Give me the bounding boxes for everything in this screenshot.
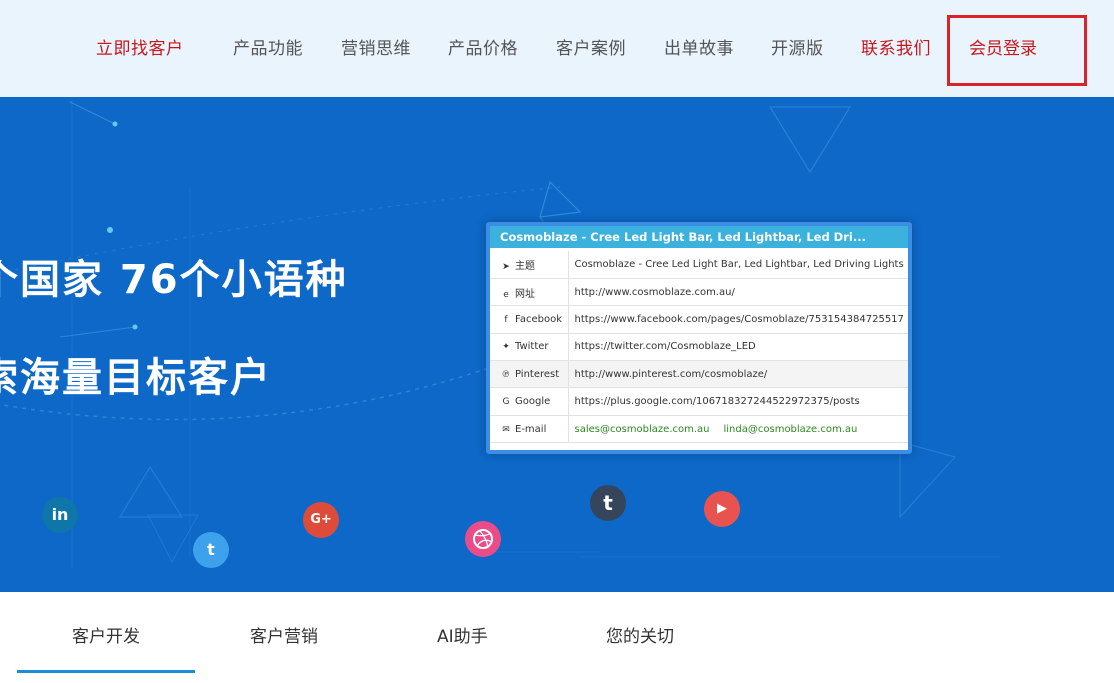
contact-info-card: Cosmoblaze - Cree Led Light Bar, Led Lig… — [486, 222, 912, 454]
row-label: 网址 — [515, 288, 535, 300]
row-value[interactable]: http://www.cosmoblaze.com.au/ — [568, 278, 908, 307]
email-link-sales[interactable]: sales@cosmoblaze.com.au — [575, 424, 710, 435]
tab-your-concerns[interactable]: 您的关切 — [606, 622, 674, 647]
youtube-icon: ▶ — [704, 491, 740, 527]
row-value: Cosmoblaze - Cree Led Light Bar, Led Lig… — [568, 251, 908, 279]
nav-customer-cases[interactable]: 客户案例 — [556, 34, 626, 59]
row-label: Google — [515, 396, 551, 408]
row-value[interactable]: https://twitter.com/Cosmoblaze_LED — [568, 333, 908, 362]
hero-headline-line1: 个国家 76个小语种 — [0, 257, 348, 303]
email-icon: ✉ — [502, 424, 510, 435]
hero-headline-line2: 索海量目标客户 — [0, 355, 272, 401]
pinterest-icon: ℗ — [501, 369, 511, 380]
contact-info-table: ➤ 主题 Cosmoblaze - Cree Led Light Bar, Led… — [490, 251, 908, 444]
table-row: ✉ E-mail sales@cosmoblaze.com.au linda@cos… — [490, 415, 908, 444]
nav-member-login[interactable]: 会员登录 — [969, 34, 1037, 59]
ie-icon: e — [503, 289, 509, 300]
nav-find-customers[interactable]: 立即找客户 — [96, 34, 184, 59]
top-nav: 立即找客户 产品功能 营销思维 产品价格 客户案例 出单故事 开源版 联系我们 … — [0, 0, 1114, 97]
row-value[interactable]: https://plus.google.com/1067183272445229… — [568, 387, 908, 416]
row-label: Pinterest — [515, 368, 560, 380]
table-row: ✦ Twitter https://twitter.com/Cosmoblaze_… — [490, 333, 908, 362]
table-row: e 网址 http://www.cosmoblaze.com.au/ — [490, 278, 908, 307]
row-value[interactable]: http://www.pinterest.com/cosmoblaze/ — [568, 360, 908, 389]
table-row: G Google https://plus.google.com/10671832… — [490, 387, 908, 416]
active-tab-underline — [17, 670, 195, 673]
email-link-linda[interactable]: linda@cosmoblaze.com.au — [724, 424, 858, 435]
nav-contact-us[interactable]: 联系我们 — [861, 34, 931, 59]
nav-product-features[interactable]: 产品功能 — [233, 34, 303, 59]
dribbble-icon — [465, 521, 501, 557]
row-label: Facebook — [515, 313, 562, 325]
hero-banner: 个国家 76个小语种 索海量目标客户 Cosmoblaze - Cree Led… — [0, 97, 1114, 592]
send-icon: ➤ — [502, 261, 510, 272]
nav-product-price[interactable]: 产品价格 — [448, 34, 518, 59]
tumblr-icon: t — [590, 485, 626, 521]
tab-ai-assistant[interactable]: AI助手 — [437, 622, 488, 647]
table-row: ℗ Pinterest http://www.pinterest.com/cosm… — [490, 360, 908, 389]
tab-customer-development[interactable]: 客户开发 — [72, 622, 140, 647]
google-plus-circle-icon: G+ — [303, 502, 339, 538]
nav-marketing-thinking[interactable]: 营销思维 — [341, 34, 411, 59]
table-row: ➤ 主题 Cosmoblaze - Cree Led Light Bar, Led… — [490, 251, 908, 279]
tab-customer-marketing[interactable]: 客户营销 — [250, 622, 318, 647]
row-value[interactable]: https://www.facebook.com/pages/Cosmoblaz… — [568, 305, 908, 334]
nav-open-source[interactable]: 开源版 — [771, 34, 824, 59]
row-label: E-mail — [515, 423, 547, 435]
card-title: Cosmoblaze - Cree Led Light Bar, Led Lig… — [490, 226, 908, 248]
row-label: Twitter — [515, 341, 549, 353]
twitter-bird-icon: t — [193, 532, 229, 568]
table-row: f Facebook https://www.facebook.com/pages… — [490, 305, 908, 334]
linkedin-icon: in — [42, 497, 78, 533]
facebook-icon: f — [504, 314, 508, 325]
feature-tabs: 客户开发 客户营销 AI助手 您的关切 — [0, 592, 1114, 683]
nav-order-stories[interactable]: 出单故事 — [664, 34, 734, 59]
google-plus-icon: G — [502, 397, 510, 408]
row-label: 主题 — [515, 260, 535, 272]
twitter-icon: ✦ — [502, 342, 510, 353]
